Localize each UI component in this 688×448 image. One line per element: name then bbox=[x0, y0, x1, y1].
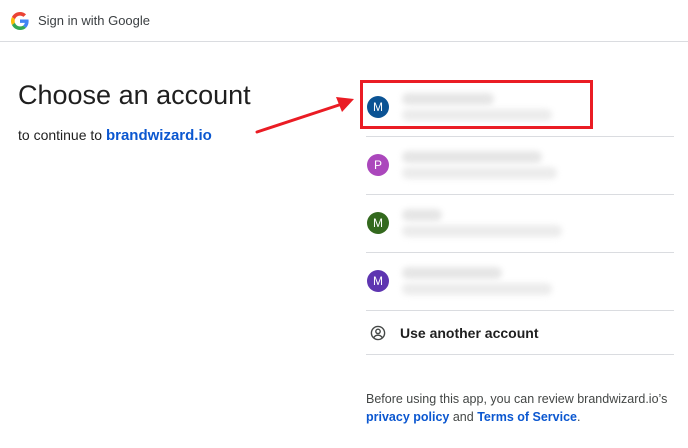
annotation-arrow bbox=[255, 97, 354, 134]
terms-of-service-link[interactable]: Terms of Service bbox=[477, 410, 577, 424]
terms-notice-and: and bbox=[449, 410, 478, 424]
account-avatar: M bbox=[367, 96, 389, 118]
account-list: M P M M Use another account bbox=[360, 79, 674, 355]
use-another-account-label: Use another account bbox=[400, 325, 539, 341]
account-row[interactable]: M bbox=[366, 253, 674, 311]
google-g-icon bbox=[11, 12, 29, 30]
account-avatar: M bbox=[367, 212, 389, 234]
redacted-account-name bbox=[402, 267, 502, 279]
redacted-account-email bbox=[402, 167, 557, 179]
redacted-account-name bbox=[402, 93, 494, 105]
header-bar: Sign in with Google bbox=[0, 0, 688, 42]
app-name-link[interactable]: brandwizard.io bbox=[106, 127, 212, 144]
terms-notice-suffix: . bbox=[577, 410, 581, 424]
terms-notice-prefix: Before using this app, you can review br… bbox=[366, 392, 668, 406]
continue-subtitle: to continue to brandwizard.io bbox=[18, 127, 212, 144]
account-row[interactable]: M bbox=[360, 79, 674, 137]
redacted-account-email bbox=[402, 109, 552, 121]
sign-in-page: Sign in with Google Choose an account to… bbox=[0, 0, 688, 448]
header-title: Sign in with Google bbox=[38, 13, 151, 28]
account-avatar: M bbox=[367, 270, 389, 292]
account-avatar: P bbox=[367, 154, 389, 176]
account-circle-icon bbox=[370, 325, 386, 341]
redacted-account-name bbox=[402, 209, 442, 221]
redacted-account-email bbox=[402, 283, 552, 295]
page-title: Choose an account bbox=[18, 80, 251, 110]
account-row[interactable]: P bbox=[366, 137, 674, 195]
subtitle-prefix: to continue to bbox=[18, 127, 106, 143]
privacy-policy-link[interactable]: privacy policy bbox=[366, 410, 449, 424]
redacted-account-name bbox=[402, 151, 542, 163]
redacted-account-email bbox=[402, 225, 562, 237]
terms-notice: Before using this app, you can review br… bbox=[366, 390, 674, 426]
use-another-account-button[interactable]: Use another account bbox=[366, 311, 674, 355]
account-row[interactable]: M bbox=[366, 195, 674, 253]
